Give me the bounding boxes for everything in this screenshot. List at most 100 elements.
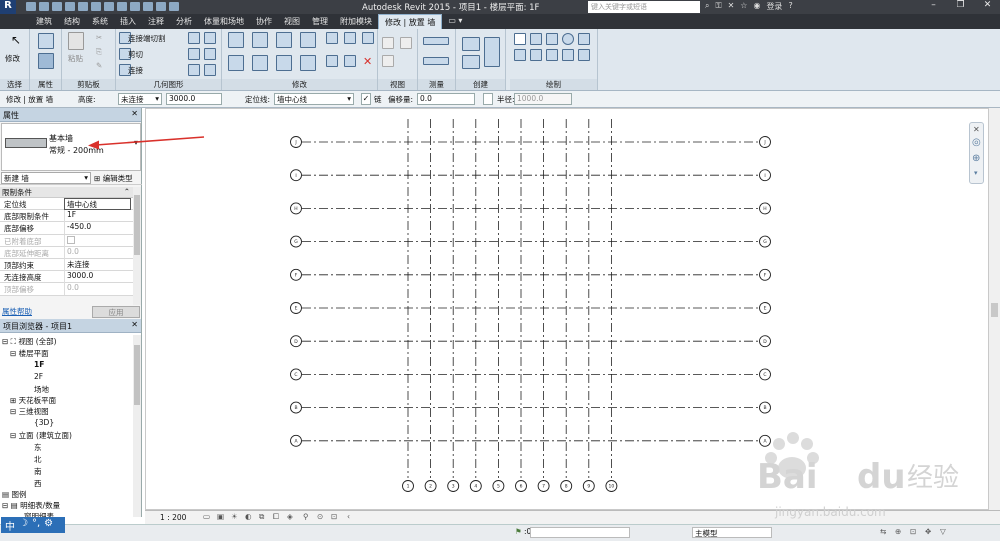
radius-field[interactable]: 1000.0 (514, 93, 572, 105)
copy-element-icon[interactable] (252, 55, 268, 71)
offset-field[interactable]: 0.0 (417, 93, 475, 105)
undo-icon[interactable] (65, 2, 75, 11)
redo-icon[interactable] (78, 2, 88, 11)
drag-icon[interactable]: ✥ (925, 527, 931, 536)
tree-node-ceiling-plans[interactable]: ⊞ 天花板平面 (10, 395, 56, 406)
properties-icon[interactable] (38, 53, 54, 69)
split-icon[interactable] (326, 32, 338, 44)
tab-modify-place-wall[interactable]: 修改 | 放置 墙 (378, 14, 443, 29)
scroll-thumb[interactable] (991, 303, 998, 317)
scroll-thumb[interactable] (134, 195, 140, 255)
highlight-icon[interactable]: ⊡ (331, 512, 337, 521)
property-value[interactable]: 0.0 (64, 283, 131, 296)
thin-lines-icon[interactable] (156, 2, 166, 11)
section-constraints[interactable]: 限制条件 ⌃ (0, 187, 133, 198)
property-checkbox[interactable] (64, 234, 131, 247)
tree-node-north[interactable]: 北 (34, 454, 42, 465)
ime-moon-icon[interactable]: ☽ (19, 518, 28, 532)
minimize-icon[interactable]: – (920, 0, 947, 10)
ime-settings-icon[interactable]: ⚙ (44, 518, 53, 532)
arc-center-icon[interactable] (530, 49, 542, 61)
user-icon[interactable]: ◉ (753, 1, 760, 12)
tree-node-floor-plans[interactable]: ⊟ 楼层平面 (10, 348, 49, 359)
rotate-icon[interactable] (276, 55, 292, 71)
mirror-draw-icon[interactable] (300, 32, 316, 48)
scroll-left-icon[interactable]: ‹ (347, 512, 350, 521)
create-assembly-icon[interactable] (462, 37, 480, 51)
tab-structure[interactable]: 结构 (58, 14, 86, 29)
property-value[interactable]: -450.0 (64, 222, 131, 235)
tree-node-west[interactable]: 西 (34, 478, 42, 489)
override-icon[interactable] (400, 37, 412, 49)
apply-button[interactable]: 应用 (92, 306, 140, 318)
line-icon[interactable] (514, 33, 526, 45)
location-line-select[interactable]: 墙中心线 ▾ (274, 93, 354, 105)
close-hidden-icon[interactable] (169, 2, 179, 11)
close-icon[interactable]: ✕ (973, 125, 980, 134)
remove-paint-icon[interactable] (188, 64, 200, 76)
restore-icon[interactable]: ❐ (947, 0, 974, 10)
close-icon[interactable]: ✕ (131, 109, 138, 118)
section-icon[interactable] (143, 2, 153, 11)
create-group-icon[interactable] (484, 37, 500, 67)
design-option-select[interactable]: 主模型 (692, 527, 772, 538)
shadows-icon[interactable]: ◐ (245, 512, 252, 521)
subscription-icon[interactable]: ⚿ (715, 1, 721, 12)
mirror-axis-icon[interactable] (276, 32, 292, 48)
rectangle-icon[interactable] (530, 33, 542, 45)
close-icon[interactable]: ✕ (974, 0, 1000, 10)
arc-icon[interactable] (578, 33, 590, 45)
scale-icon[interactable] (344, 55, 356, 67)
property-value[interactable]: 0.0 (64, 246, 131, 259)
tree-node-schedules[interactable]: ⊟ ▤ 明细表/数量 (2, 500, 60, 511)
property-value[interactable]: 墙中心线 (64, 198, 131, 210)
hide-icon[interactable] (382, 37, 394, 49)
search-input[interactable]: 键入关键字或短语 (588, 1, 700, 13)
align-icon[interactable] (228, 32, 244, 48)
array-icon[interactable] (326, 55, 338, 67)
ime-punct-icon[interactable]: °, (32, 518, 40, 532)
tree-node-3d[interactable]: {3D} (34, 418, 54, 427)
tab-architecture[interactable]: 建筑 (30, 14, 58, 29)
hammer-icon[interactable] (204, 64, 216, 76)
search-icon[interactable]: ⌕ (705, 1, 709, 12)
paste-button[interactable]: 粘贴 (68, 53, 83, 64)
height-value-field[interactable]: 3000.0 (166, 93, 222, 105)
move-icon[interactable] (228, 55, 244, 71)
tab-insert[interactable]: 插入 (114, 14, 142, 29)
tree-node-south[interactable]: 南 (34, 466, 42, 477)
edit-type-button[interactable]: ⊞ 编辑类型 (94, 173, 133, 184)
tree-node-1f[interactable]: 1F (34, 360, 44, 369)
trim-icon[interactable] (300, 55, 316, 71)
tree-node-legends[interactable]: ▤ 图例 (2, 489, 26, 500)
pick-face-icon[interactable] (578, 49, 590, 61)
property-value[interactable]: 1F (64, 210, 131, 223)
measure-tool-icon[interactable] (423, 37, 449, 45)
arc-tangent-icon[interactable] (514, 49, 526, 61)
tab-massing-site[interactable]: 体量和场地 (198, 14, 250, 29)
properties-help-link[interactable]: 属性帮助 (2, 306, 32, 317)
paint-icon[interactable] (188, 48, 200, 60)
offset-icon[interactable] (252, 32, 268, 48)
print-icon[interactable] (91, 2, 101, 11)
properties-scrollbar[interactable] (133, 187, 141, 305)
detail-level-icon[interactable]: ▭ (203, 512, 210, 521)
tree-node-site[interactable]: 场地 (34, 384, 49, 395)
tab-systems[interactable]: 系统 (86, 14, 114, 29)
tab-collaborate[interactable]: 协作 (250, 14, 278, 29)
modify-button[interactable]: 修改 (5, 53, 20, 64)
scale-select[interactable]: 1 : 200 (160, 513, 186, 522)
pin-icon[interactable] (362, 32, 374, 44)
tab-analyze[interactable]: 分析 (170, 14, 198, 29)
analytical-icon[interactable]: ⊙ (317, 512, 323, 521)
text-icon[interactable] (117, 2, 127, 11)
tree-node-3d-views[interactable]: ⊟ 三维视图 (10, 406, 49, 417)
polygon-icon[interactable] (546, 33, 558, 45)
crop-icon[interactable]: ⧉ (259, 512, 264, 522)
cut-clip-icon[interactable]: ✂ (96, 33, 102, 42)
fillet-icon[interactable] (546, 49, 558, 61)
signin-link[interactable]: 登录 (766, 1, 782, 12)
paste-icon[interactable] (68, 32, 84, 50)
sync-icon[interactable] (52, 2, 62, 11)
delete-icon[interactable]: ✕ (363, 55, 372, 68)
